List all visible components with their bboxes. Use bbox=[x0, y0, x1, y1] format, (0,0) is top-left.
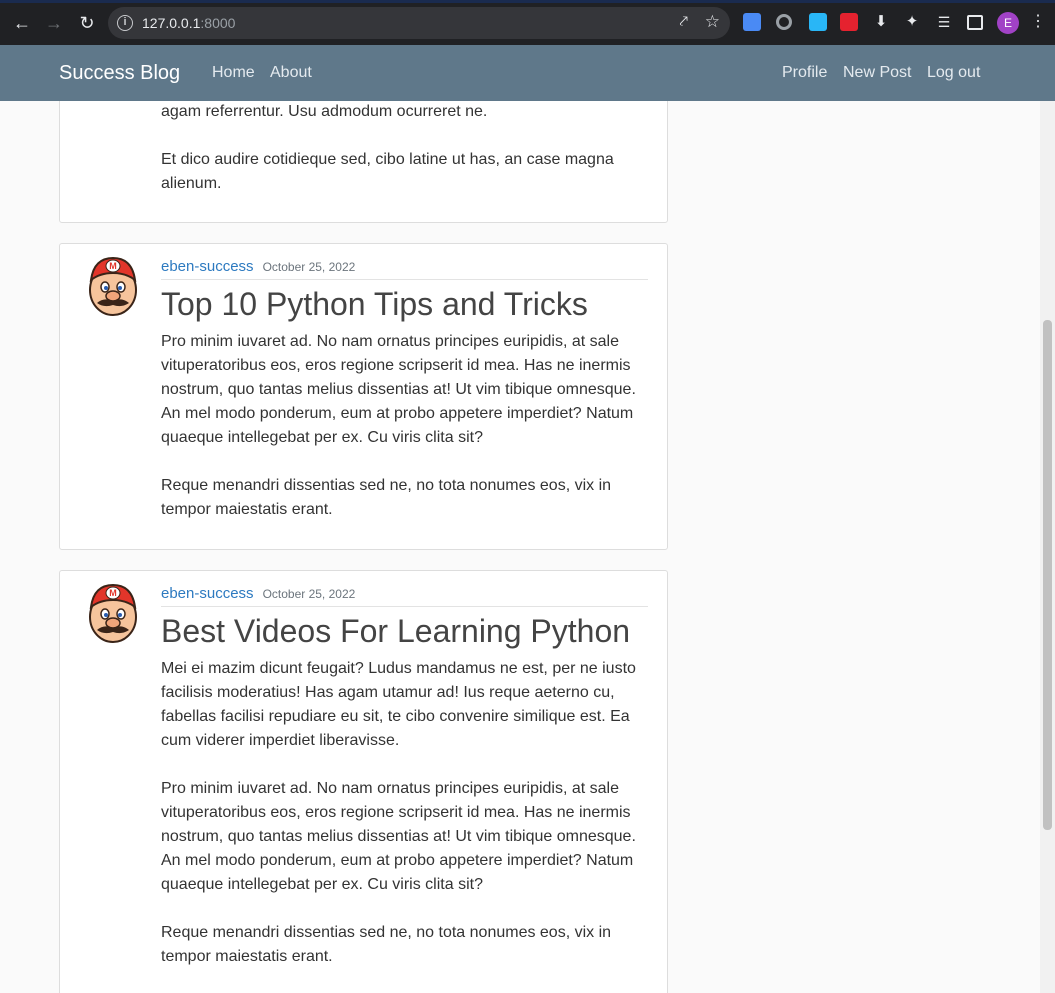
svg-text:M: M bbox=[109, 588, 117, 598]
reload-icon[interactable]: ↻ bbox=[74, 10, 100, 36]
post-paragraph: Pro minim iuvaret ad. No nam ornatus pri… bbox=[161, 780, 636, 893]
post-content: Mei ei mazim dicunt feugait? Ludus manda… bbox=[161, 657, 647, 993]
red-extension-icon[interactable] bbox=[840, 13, 858, 31]
post-paragraph: Reque menandri dissentias sed ne, no tot… bbox=[161, 477, 612, 518]
nav-link-log-out[interactable]: Log out bbox=[927, 64, 980, 82]
svg-text:M: M bbox=[109, 261, 117, 271]
forward-arrow-icon[interactable]: → bbox=[41, 10, 67, 36]
post-author-link[interactable]: eben-success bbox=[161, 258, 254, 275]
post-paragraph: Reque menandri dissentias sed ne, no tot… bbox=[161, 924, 612, 965]
docs-extension-icon[interactable] bbox=[809, 13, 827, 31]
url-host: 127.0.0.1 bbox=[142, 15, 201, 31]
browser-profile-avatar[interactable]: E bbox=[997, 12, 1019, 34]
nav-link-new-post[interactable]: New Post bbox=[843, 64, 911, 82]
post-date: October 25, 2022 bbox=[262, 260, 356, 274]
extensions-puzzle-icon[interactable]: ✦ bbox=[903, 13, 921, 31]
site-navbar: Success Blog Home About Profile New Post… bbox=[0, 45, 1055, 101]
post-title[interactable]: Best Videos For Learning Python bbox=[161, 613, 630, 650]
post-content: agam referrentur. Usu admodum ocurreret … bbox=[161, 100, 647, 220]
address-bar[interactable]: i 127.0.0.1:8000 ⤤ ☆ bbox=[108, 7, 730, 39]
post-date: October 25, 2022 bbox=[262, 587, 356, 601]
side-panel-icon[interactable] bbox=[967, 15, 983, 30]
nav-link-home[interactable]: Home bbox=[212, 64, 255, 82]
bookmark-star-icon[interactable]: ☆ bbox=[705, 12, 720, 32]
post-paragraph: Mei ei mazim dicunt feugait? Ludus manda… bbox=[161, 660, 636, 749]
site-info-icon[interactable]: i bbox=[117, 15, 133, 31]
scrollbar-thumb[interactable] bbox=[1043, 320, 1052, 830]
url-text[interactable]: 127.0.0.1:8000 bbox=[142, 15, 235, 31]
translate-extension-icon[interactable] bbox=[743, 13, 761, 31]
post-metadata: eben-success October 25, 2022 bbox=[161, 585, 648, 607]
browser-menu-icon[interactable]: ⋮ bbox=[1030, 11, 1046, 33]
browser-tab-strip bbox=[0, 0, 1055, 3]
browser-toolbar: ← → ↻ i 127.0.0.1:8000 ⤤ ☆ ⬇ ✦ ☰ E ⋮ bbox=[0, 0, 1055, 45]
post-paragraph: agam referrentur. Usu admodum ocurreret … bbox=[161, 103, 488, 120]
author-avatar[interactable]: M bbox=[86, 256, 140, 318]
post-metadata: eben-success October 25, 2022 bbox=[161, 258, 648, 280]
post-title[interactable]: Top 10 Python Tips and Tricks bbox=[161, 286, 588, 323]
download-icon[interactable]: ⬇ bbox=[872, 13, 890, 31]
post-card: M eben-success October 25, 2022 Top 10 Py… bbox=[59, 243, 668, 550]
post-author-link[interactable]: eben-success bbox=[161, 585, 254, 602]
post-paragraph: Et dico audire cotidieque sed, cibo lati… bbox=[161, 151, 614, 192]
reading-list-icon[interactable]: ☰ bbox=[935, 13, 953, 31]
author-avatar[interactable]: M bbox=[86, 583, 140, 645]
post-paragraph: Pro minim iuvaret ad. No nam ornatus pri… bbox=[161, 333, 636, 446]
nav-link-profile[interactable]: Profile bbox=[782, 64, 827, 82]
url-port: :8000 bbox=[200, 15, 236, 31]
extension-ring-icon[interactable] bbox=[776, 14, 792, 30]
page-scrollbar[interactable] bbox=[1040, 45, 1055, 993]
site-brand[interactable]: Success Blog bbox=[59, 62, 180, 85]
back-arrow-icon[interactable]: ← bbox=[9, 10, 35, 36]
share-icon[interactable]: ⤤ bbox=[680, 13, 688, 30]
post-card: M eben-success October 25, 2022 Best Vide… bbox=[59, 570, 668, 993]
post-content: Pro minim iuvaret ad. No nam ornatus pri… bbox=[161, 330, 647, 546]
nav-link-about[interactable]: About bbox=[270, 64, 312, 82]
